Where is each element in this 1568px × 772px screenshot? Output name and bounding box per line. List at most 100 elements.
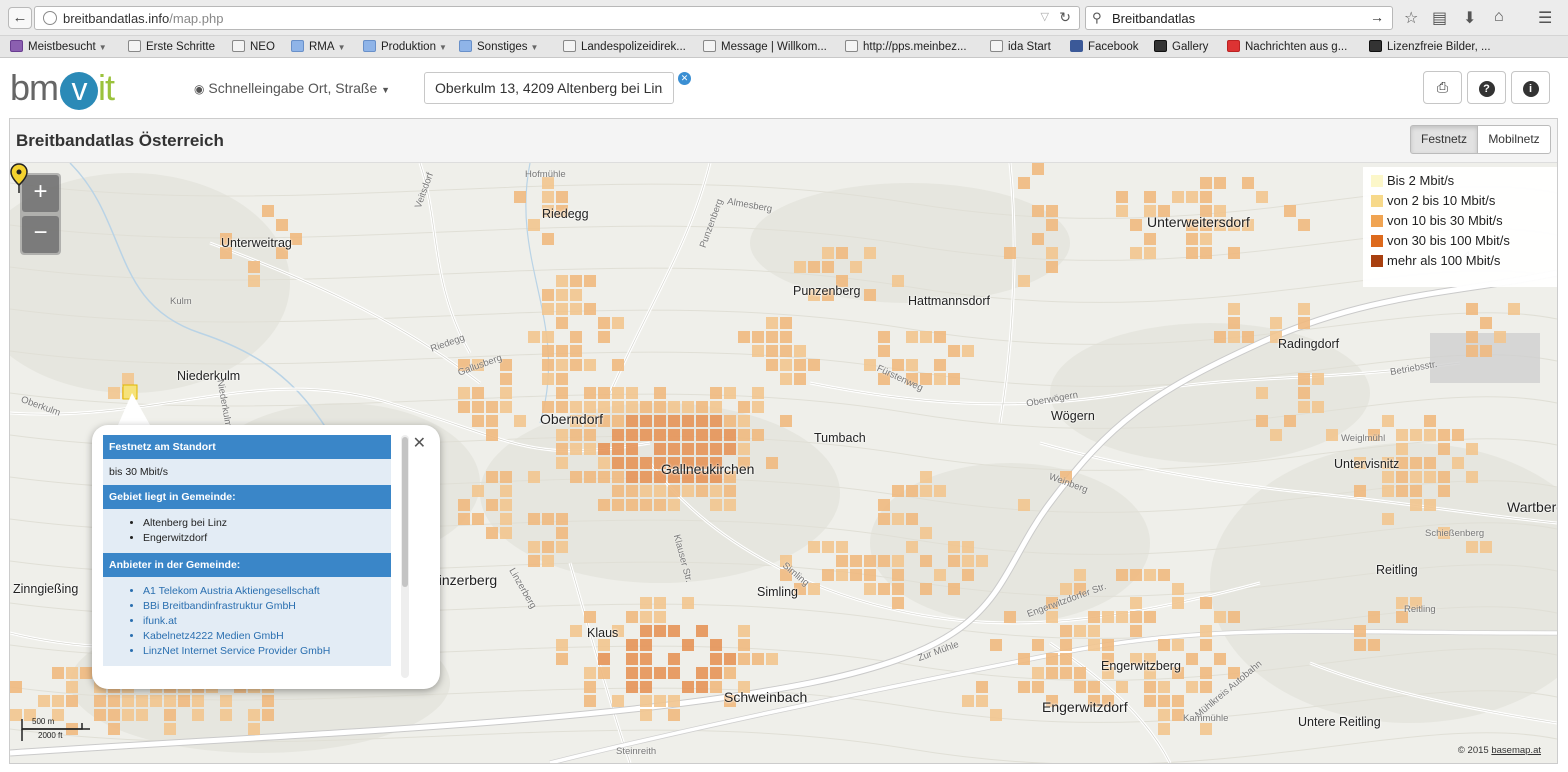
bookmark-item[interactable]: Landespolizeidirek... (563, 40, 686, 53)
tab-mobilnetz[interactable]: Mobilnetz (1477, 125, 1551, 154)
coverage-tile (1130, 625, 1142, 637)
coverage-tile (640, 485, 652, 497)
provider-link[interactable]: BBi Breitbandinfrastruktur GmbH (143, 599, 385, 614)
folder-icon (363, 40, 376, 52)
coverage-tile (1438, 429, 1450, 441)
bookmark-item[interactable]: Meistbesucht ▼ (10, 40, 107, 53)
browser-toolbar: ← breitbandatlas.info/map.php ▽ ↻ ⚲ Brei… (0, 0, 1568, 36)
bookmark-item[interactable]: http://pps.meinbez... (845, 40, 967, 53)
address-search-input[interactable] (424, 72, 674, 104)
coverage-tile (1186, 233, 1198, 245)
coverage-tile (122, 373, 134, 385)
coverage-tile (1424, 499, 1436, 511)
coverage-tile (626, 667, 638, 679)
bookmark-item[interactable]: Nachrichten aus g... (1227, 40, 1347, 53)
menu-icon[interactable]: ☰ (1538, 8, 1552, 28)
provider-link[interactable]: Kabelnetz4222 Medien GmbH (143, 629, 385, 644)
coverage-tile (248, 709, 260, 721)
coverage-tile (1186, 191, 1198, 203)
provider-link[interactable]: A1 Telekom Austria Aktiengesellschaft (143, 584, 385, 599)
coverage-tile (542, 289, 554, 301)
coverage-tile (948, 541, 960, 553)
coverage-tile (136, 709, 148, 721)
coverage-tile (808, 359, 820, 371)
street-label: Reitling (1404, 604, 1436, 615)
coverage-tile (626, 443, 638, 455)
print-button[interactable]: ⎙ (1423, 71, 1462, 104)
legend-swatch (1371, 215, 1383, 227)
coverage-tile (682, 485, 694, 497)
coverage-tile (1242, 331, 1254, 343)
coverage-tile (1494, 331, 1506, 343)
coverage-tile (934, 485, 946, 497)
map-canvas[interactable]: Riedegg Unterweitrag Punzenberg Hattmannsdo… (10, 163, 1557, 763)
street-label: Kammühle (1183, 713, 1229, 724)
home-icon[interactable]: ⌂ (1494, 8, 1504, 26)
bookmark-item[interactable]: Erste Schritte (128, 40, 215, 53)
bookmark-icon (703, 40, 716, 52)
coverage-tile (710, 681, 722, 693)
bookmark-item[interactable]: Sonstiges ▼ (459, 40, 538, 53)
provider-link[interactable]: LinzNet Internet Service Provider GmbH (143, 644, 385, 659)
bookmark-item[interactable]: Message | Willkom... (703, 40, 827, 53)
bookmark-item[interactable]: Produktion ▼ (363, 40, 447, 53)
bookmark-star-icon[interactable]: ☆ (1404, 8, 1418, 28)
address-bar[interactable]: breitbandatlas.info/map.php ▽ ↻ (34, 6, 1080, 30)
coverage-tile (976, 555, 988, 567)
place-label: Niederkulm (177, 369, 241, 383)
browser-search-box[interactable]: ⚲ Breitbandatlas → (1085, 6, 1393, 30)
bookmark-item[interactable]: ida Start (990, 40, 1051, 53)
search-go-icon[interactable]: → (1370, 9, 1384, 25)
provider-link[interactable]: ifunk.at (143, 614, 385, 629)
coverage-tile (542, 541, 554, 553)
bookmark-item[interactable]: RMA ▼ (291, 40, 345, 53)
popup-scrollbar[interactable] (401, 435, 409, 678)
panel-header: Breitbandatlas Österreich Festnetz Mobil… (10, 119, 1557, 163)
coverage-tile (752, 653, 764, 665)
coverage-tile (654, 611, 666, 623)
coverage-tile (598, 457, 610, 469)
info-button[interactable]: i (1511, 71, 1550, 104)
coverage-tile (962, 541, 974, 553)
tab-festnetz[interactable]: Festnetz (1410, 125, 1478, 154)
bookmark-label: Produktion (381, 41, 436, 53)
coverage-tile (1410, 499, 1422, 511)
reload-icon[interactable]: ↻ (1059, 9, 1071, 26)
coverage-tile (962, 555, 974, 567)
download-icon[interactable]: ⬇ (1463, 8, 1476, 28)
close-icon[interactable]: ✕ (413, 433, 426, 453)
chevron-down-icon: ▼ (98, 43, 107, 52)
help-button[interactable]: ? (1467, 71, 1506, 104)
coverage-tile (752, 331, 764, 343)
quick-entry-dropdown[interactable]: ◉ Schnelleingabe Ort, Straße ▼ (194, 80, 390, 96)
coverage-tile (556, 653, 568, 665)
back-button[interactable]: ← (8, 7, 32, 29)
bookmark-item[interactable]: Facebook (1070, 40, 1139, 53)
clear-input-icon[interactable]: ✕ (678, 72, 691, 85)
coverage-tile (822, 261, 834, 273)
popup-scroll-thumb[interactable] (402, 437, 408, 587)
bookmark-item[interactable]: Lizenzfreie Bilder, ... (1369, 40, 1491, 53)
coverage-tile (892, 597, 904, 609)
coverage-tile (1396, 429, 1408, 441)
coverage-tile (66, 667, 78, 679)
coverage-tile (472, 415, 484, 427)
bookmark-item[interactable]: Gallery (1154, 40, 1208, 53)
location-pin-icon[interactable] (10, 163, 28, 195)
coverage-tile (262, 709, 274, 721)
basemap-link[interactable]: basemap.at (1491, 745, 1541, 756)
coverage-tile (500, 513, 512, 525)
zoom-out-button[interactable]: − (22, 216, 59, 253)
place-label: Untere Reitling (1298, 715, 1381, 729)
bookmark-item[interactable]: NEO (232, 40, 275, 53)
bookmark-icon (232, 40, 245, 52)
coverage-tile (1158, 723, 1170, 735)
coverage-tile (640, 429, 652, 441)
coverage-tile (1116, 569, 1128, 581)
reading-list-icon[interactable]: ▤ (1432, 8, 1447, 28)
bmvit-logo[interactable]: bm v it (10, 70, 115, 110)
coverage-tile (1382, 513, 1394, 525)
coverage-tile (766, 345, 778, 357)
coverage-tile (724, 415, 736, 427)
url-dropdown-icon[interactable]: ▽ (1041, 10, 1049, 23)
